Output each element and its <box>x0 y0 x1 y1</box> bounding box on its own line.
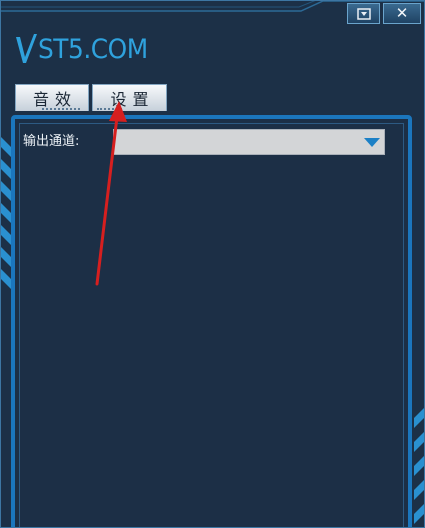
logo-v-mark-icon <box>16 34 37 63</box>
settings-panel <box>11 115 412 527</box>
tab-settings[interactable]: 设置 <box>92 84 167 111</box>
output-channel-label: 输出通道: <box>23 134 80 149</box>
minimize-button[interactable] <box>347 3 380 24</box>
dropdown-triangle-icon <box>356 7 371 20</box>
tab-dots <box>42 106 80 110</box>
tab-sound-effects[interactable]: 音效 <box>15 84 89 111</box>
close-icon: ✕ <box>395 4 409 22</box>
tab-dots <box>97 106 122 110</box>
site-logo: ST5.COM <box>15 27 157 65</box>
decorative-stripes-right <box>414 408 424 524</box>
close-button[interactable]: ✕ <box>383 3 421 24</box>
settings-panel-inner <box>19 123 404 527</box>
app-window: ST5.COM ✕ 音效 设置 输出通道: <box>0 0 425 528</box>
logo-text: ST5.COM <box>38 34 148 65</box>
chevron-down-icon <box>364 138 380 147</box>
output-channel-select[interactable] <box>113 129 385 155</box>
